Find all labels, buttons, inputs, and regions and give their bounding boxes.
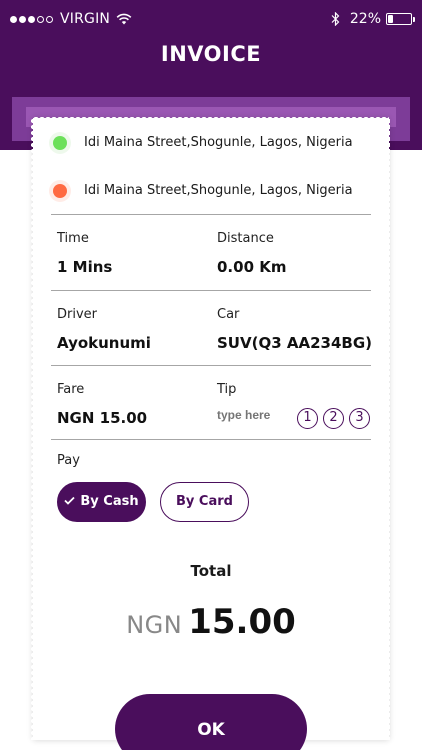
- battery-fill: [388, 15, 393, 23]
- signal-dot: [10, 15, 17, 23]
- ok-button[interactable]: OK: [115, 694, 307, 750]
- divider: [51, 365, 371, 366]
- receipt-edge-right: [386, 118, 391, 740]
- pay-by-cash-button[interactable]: By Cash: [57, 482, 146, 522]
- invoice-receipt: Idi Maina Street,Shogunle, Lagos, Nigeri…: [31, 114, 391, 750]
- pay-by-cash-label: By Cash: [80, 494, 139, 509]
- pickup-location: Idi Maina Street,Shogunle, Lagos, Nigeri…: [53, 135, 353, 150]
- signal-dot: [46, 15, 53, 23]
- pickup-pin-icon: [53, 135, 67, 150]
- tip-option-3[interactable]: 3: [349, 408, 370, 429]
- tip-label: Tip: [217, 382, 237, 397]
- driver-label: Driver: [57, 307, 98, 322]
- distance-value: 0.00 Km: [217, 258, 287, 276]
- tip-option-2[interactable]: 2: [323, 408, 344, 429]
- divider: [51, 439, 371, 440]
- status-right: 22%: [331, 11, 415, 27]
- total-currency: NGN: [126, 611, 183, 639]
- dropoff-location: Idi Maina Street,Shogunle, Lagos, Nigeri…: [53, 183, 353, 198]
- status-bar: VIRGIN 22%: [0, 0, 422, 40]
- battery-icon: [386, 13, 415, 25]
- distance-label: Distance: [217, 231, 274, 246]
- time-label: Time: [57, 231, 89, 246]
- pickup-address: Idi Maina Street,Shogunle, Lagos, Nigeri…: [84, 135, 353, 150]
- pay-by-card-button[interactable]: By Card: [160, 482, 249, 522]
- battery-percent: 22%: [349, 11, 381, 27]
- divider: [51, 290, 371, 291]
- signal-dot: [37, 15, 44, 23]
- check-icon: [64, 496, 76, 505]
- dropoff-address: Idi Maina Street,Shogunle, Lagos, Nigeri…: [84, 183, 353, 198]
- dropoff-pin-icon: [53, 183, 67, 198]
- divider: [51, 214, 371, 215]
- pay-label: Pay: [57, 453, 80, 468]
- receipt-edge-left: [31, 118, 36, 740]
- total-value: 15.00: [188, 602, 296, 642]
- car-label: Car: [217, 307, 240, 322]
- tip-input[interactable]: [217, 408, 287, 422]
- fare-label: Fare: [57, 382, 85, 397]
- page-title: INVOICE: [160, 42, 262, 66]
- signal-dot: [19, 15, 26, 23]
- bluetooth-icon: [331, 12, 340, 26]
- car-value: SUV(Q3 AA234BG): [217, 334, 372, 352]
- tip-option-1[interactable]: 1: [297, 408, 318, 429]
- wifi-icon: [116, 13, 132, 25]
- time-value: 1 Mins: [57, 258, 113, 276]
- signal-strength-icon: [10, 15, 55, 23]
- fare-value: NGN 15.00: [57, 409, 148, 427]
- signal-dot: [28, 15, 35, 23]
- carrier-name: VIRGIN: [60, 11, 111, 27]
- total-label: Total: [190, 562, 232, 580]
- total-amount: NGN 15.00: [33, 602, 389, 642]
- driver-value: Ayokunumi: [57, 334, 151, 352]
- status-left: VIRGIN: [10, 11, 132, 27]
